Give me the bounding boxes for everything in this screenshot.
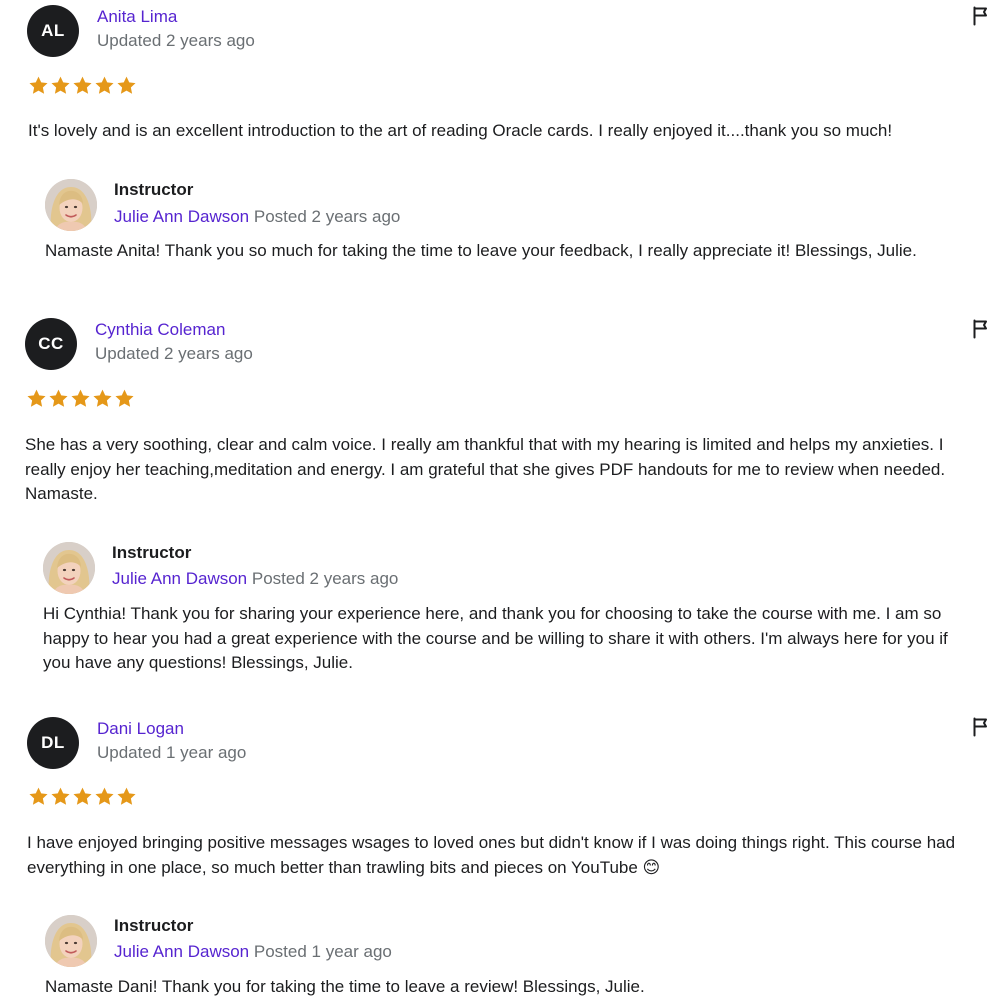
instructor-avatar bbox=[45, 179, 97, 231]
star-icon bbox=[72, 786, 93, 807]
instructor-avatar bbox=[45, 915, 97, 967]
flag-icon[interactable] bbox=[972, 6, 990, 26]
star-icon bbox=[26, 388, 47, 409]
instructor-label: Instructor bbox=[114, 180, 194, 199]
response-posted-time: Posted 1 year ago bbox=[253, 942, 392, 961]
reviewer-name[interactable]: Cynthia Coleman bbox=[95, 320, 225, 340]
instructor-photo-icon bbox=[45, 179, 97, 231]
instructor-avatar bbox=[43, 542, 95, 594]
star-icon bbox=[70, 388, 91, 409]
instructor-meta: Julie Ann Dawson Posted 1 year ago bbox=[114, 942, 392, 962]
avatar-initials: CC bbox=[38, 334, 64, 353]
flag-icon[interactable] bbox=[972, 319, 990, 339]
review-updated-time: Updated 2 years ago bbox=[97, 31, 255, 50]
star-icon bbox=[114, 388, 135, 409]
avatar-initials: DL bbox=[41, 733, 65, 752]
review-updated-time: Updated 2 years ago bbox=[95, 344, 253, 363]
response-text: Namaste Anita! Thank you so much for tak… bbox=[45, 241, 917, 260]
star-rating bbox=[28, 786, 137, 807]
avatar-initials: AL bbox=[41, 21, 65, 40]
star-icon bbox=[94, 75, 115, 96]
instructor-name[interactable]: Julie Ann Dawson bbox=[114, 942, 249, 961]
instructor-label: Instructor bbox=[112, 543, 192, 562]
review-updated-time: Updated 1 year ago bbox=[97, 743, 247, 762]
response-posted-time: Posted 2 years ago bbox=[251, 569, 399, 588]
star-icon bbox=[116, 786, 137, 807]
star-icon bbox=[28, 786, 49, 807]
avatar: AL bbox=[27, 5, 79, 57]
instructor-name[interactable]: Julie Ann Dawson bbox=[114, 207, 249, 226]
star-icon bbox=[116, 75, 137, 96]
review-text: It's lovely and is an excellent introduc… bbox=[28, 121, 893, 140]
response-text: Namaste Dani! Thank you for taking the t… bbox=[45, 977, 645, 996]
star-icon bbox=[72, 75, 93, 96]
reviewer-name[interactable]: Dani Logan bbox=[97, 719, 184, 739]
response-text: Hi Cynthia! Thank you for sharing your e… bbox=[43, 604, 948, 672]
star-icon bbox=[50, 75, 71, 96]
avatar: DL bbox=[27, 717, 79, 769]
star-rating bbox=[28, 75, 137, 96]
instructor-photo-icon bbox=[43, 542, 95, 594]
star-icon bbox=[28, 75, 49, 96]
star-rating bbox=[26, 388, 135, 409]
instructor-label: Instructor bbox=[114, 916, 194, 935]
instructor-name[interactable]: Julie Ann Dawson bbox=[112, 569, 247, 588]
star-icon bbox=[50, 786, 71, 807]
star-icon bbox=[92, 388, 113, 409]
star-icon bbox=[48, 388, 69, 409]
instructor-meta: Julie Ann Dawson Posted 2 years ago bbox=[112, 569, 398, 589]
star-icon bbox=[94, 786, 115, 807]
review-text: I have enjoyed bringing positive message… bbox=[27, 833, 956, 877]
flag-icon[interactable] bbox=[972, 717, 990, 737]
reviewer-name[interactable]: Anita Lima bbox=[97, 7, 177, 27]
instructor-photo-icon bbox=[45, 915, 97, 967]
avatar: CC bbox=[25, 318, 77, 370]
review-text: She has a very soothing, clear and calm … bbox=[25, 435, 946, 503]
response-posted-time: Posted 2 years ago bbox=[253, 207, 401, 226]
instructor-meta: Julie Ann Dawson Posted 2 years ago bbox=[114, 207, 400, 227]
